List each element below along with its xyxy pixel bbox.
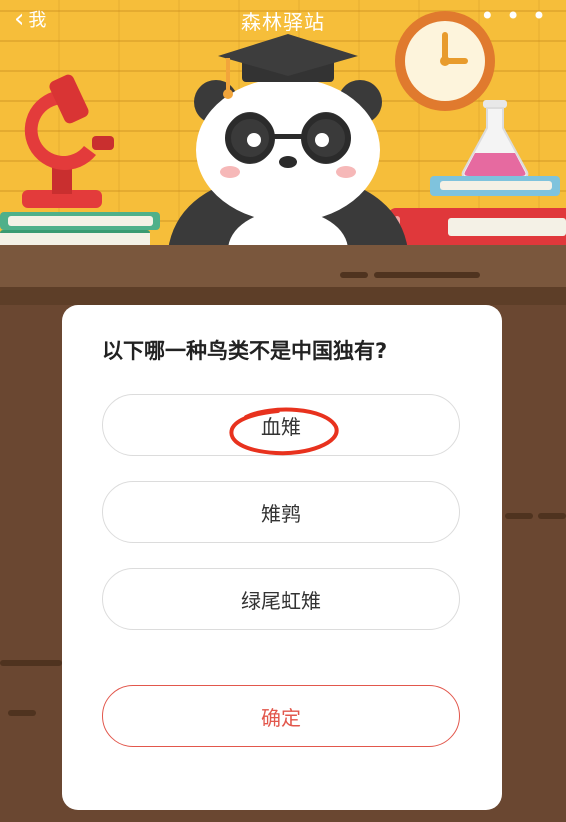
top-nav-bar: ‹ 我 森林驿站 • • • bbox=[0, 0, 566, 40]
confirm-label: 确定 bbox=[261, 705, 301, 730]
desk-groove bbox=[505, 513, 533, 519]
option-button-3[interactable]: 绿尾虹雉 bbox=[102, 568, 460, 630]
confirm-button[interactable]: 确定 bbox=[102, 685, 460, 747]
desk-groove bbox=[374, 272, 480, 278]
option-label: 雉鹑 bbox=[261, 501, 301, 526]
option-button-2[interactable]: 雉鹑 bbox=[102, 481, 460, 543]
flask-icon bbox=[461, 100, 529, 179]
desk-groove bbox=[538, 513, 566, 519]
red-circle-annotation bbox=[229, 407, 339, 456]
microscope-icon bbox=[22, 74, 114, 208]
desk-groove bbox=[8, 710, 36, 716]
desk-groove bbox=[340, 272, 368, 278]
desk-groove bbox=[0, 660, 62, 666]
quiz-question: 以下哪一种鸟类不是中国独有? bbox=[102, 339, 388, 363]
option-label: 绿尾虹雉 bbox=[241, 588, 321, 613]
more-options-icon[interactable]: • • • bbox=[480, 2, 548, 30]
panda-mascot bbox=[168, 34, 408, 250]
desk-top bbox=[0, 245, 566, 287]
desk-edge bbox=[0, 287, 566, 305]
